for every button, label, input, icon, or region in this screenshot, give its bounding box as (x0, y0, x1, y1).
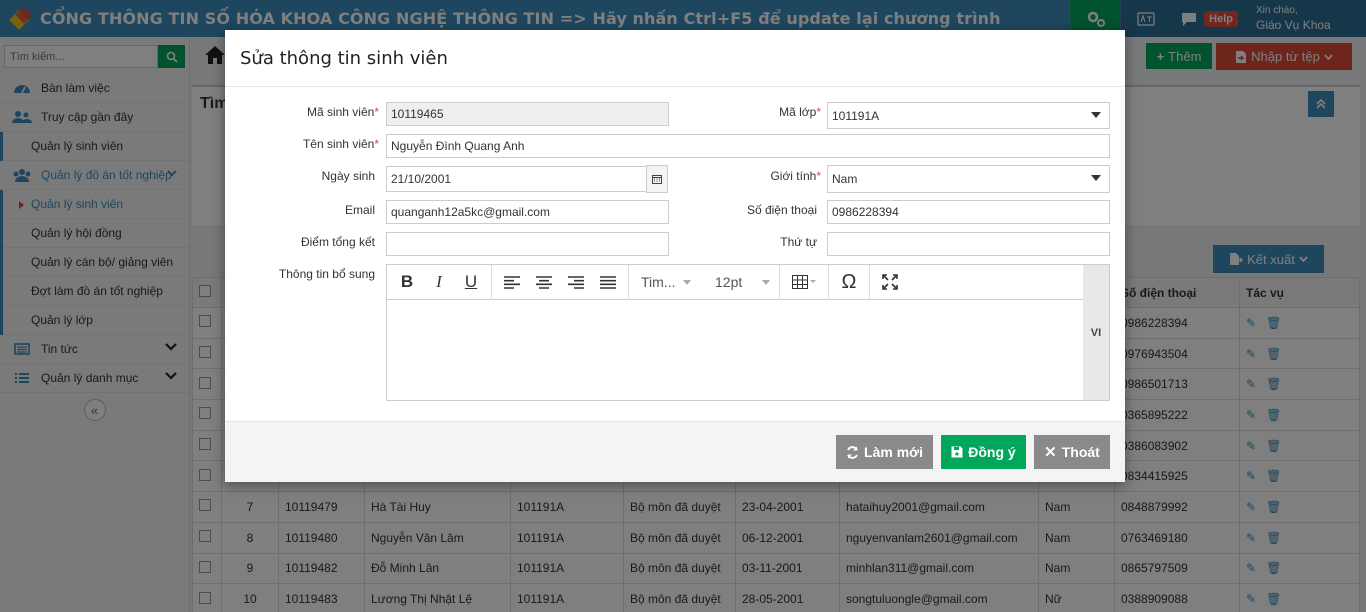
class-code-select[interactable]: 101191A (827, 102, 1110, 129)
font-size-select[interactable]: 12pt (709, 274, 773, 290)
bold-icon[interactable]: B (391, 267, 423, 297)
gender-label-text: Giới tính (770, 169, 817, 183)
required-marker: * (374, 105, 379, 119)
modal-footer: Làm mới Đồng ý ✕ Thoát (225, 421, 1125, 482)
student-id-field: 10119465 (386, 102, 669, 126)
gender-value: Nam (832, 172, 858, 186)
table-group (780, 264, 829, 300)
underline-icon[interactable]: U (455, 267, 487, 297)
symbol-group: Ω (829, 264, 870, 300)
calendar-icon (652, 175, 662, 184)
align-center-icon[interactable] (528, 267, 560, 297)
fullscreen-icon[interactable] (874, 267, 906, 297)
font-family-select[interactable]: Tim... (635, 274, 701, 290)
final-score-label: Điểm tổng kết (300, 235, 375, 249)
refresh-button[interactable]: Làm mới (836, 435, 933, 469)
close-button[interactable]: ✕ Thoát (1034, 435, 1110, 469)
student-name-field[interactable]: Nguyễn Đình Quang Anh (386, 134, 1110, 158)
extra-info-editor: B I U Tim... 12pt Ω VI (386, 264, 1110, 401)
caret-down-icon (683, 279, 692, 285)
align-right-icon[interactable] (560, 267, 592, 297)
final-score-field[interactable] (386, 232, 669, 256)
table-icon[interactable] (784, 267, 824, 297)
phone-label: Số điện thoại (746, 203, 817, 217)
class-code-label: Mã lớp* (725, 105, 821, 119)
email-label: Email (344, 203, 375, 217)
dob-label: Ngày sinh (321, 169, 375, 183)
editor-content-area[interactable] (387, 300, 1084, 400)
confirm-button-label: Đồng ý (968, 444, 1016, 460)
confirm-button[interactable]: Đồng ý (941, 435, 1026, 469)
align-group (492, 264, 629, 300)
class-code-label-text: Mã lớp (779, 105, 817, 119)
close-button-label: Thoát (1061, 444, 1100, 460)
close-icon: ✕ (1044, 444, 1057, 461)
align-justify-icon[interactable] (592, 267, 624, 297)
fullscreen-group (870, 265, 910, 300)
class-code-value: 101191A (832, 108, 880, 123)
refresh-icon (847, 445, 858, 459)
required-marker: * (816, 105, 821, 119)
font-family-value: Tim... (641, 274, 676, 290)
align-left-icon[interactable] (496, 267, 528, 297)
student-id-label: Mã sinh viên* (285, 105, 379, 119)
order-label: Thứ tự (780, 235, 817, 249)
font-size-value: 12pt (715, 274, 743, 290)
format-group: B I U (387, 264, 492, 300)
editor-toolbar: B I U Tim... 12pt Ω (387, 264, 1084, 300)
required-marker: * (374, 137, 379, 151)
font-group: Tim... 12pt (629, 264, 780, 300)
refresh-button-label: Làm mới (864, 444, 923, 460)
caret-down-icon (762, 279, 771, 285)
student-id-label-text: Mã sinh viên (306, 105, 375, 119)
order-field[interactable] (827, 232, 1110, 256)
caret-down-icon (1091, 175, 1101, 181)
extra-info-label: Thông tin bổ sung (278, 267, 375, 281)
edit-student-modal: Sửa thông tin sinh viên Mã sinh viên* 10… (225, 30, 1125, 482)
omega-icon[interactable]: Ω (833, 267, 865, 297)
phone-field[interactable]: 0986228394 (827, 200, 1110, 224)
student-name-label-text: Tên sinh viên (302, 137, 375, 151)
modal-title: Sửa thông tin sinh viên (225, 30, 1125, 87)
email-field[interactable]: quanganh12a5kc@gmail.com (386, 200, 669, 224)
italic-icon[interactable]: I (423, 267, 455, 297)
caret-down-icon (1091, 112, 1101, 118)
editor-language-badge[interactable]: VI (1083, 265, 1109, 400)
save-icon (951, 446, 963, 458)
gender-select[interactable]: Nam (827, 165, 1110, 193)
date-picker-button[interactable] (646, 165, 668, 193)
gender-label: Giới tính* (725, 169, 821, 183)
required-marker: * (816, 169, 821, 183)
dob-field[interactable]: 21/10/2001 (386, 166, 647, 192)
student-name-label: Tên sinh viên* (285, 137, 379, 151)
